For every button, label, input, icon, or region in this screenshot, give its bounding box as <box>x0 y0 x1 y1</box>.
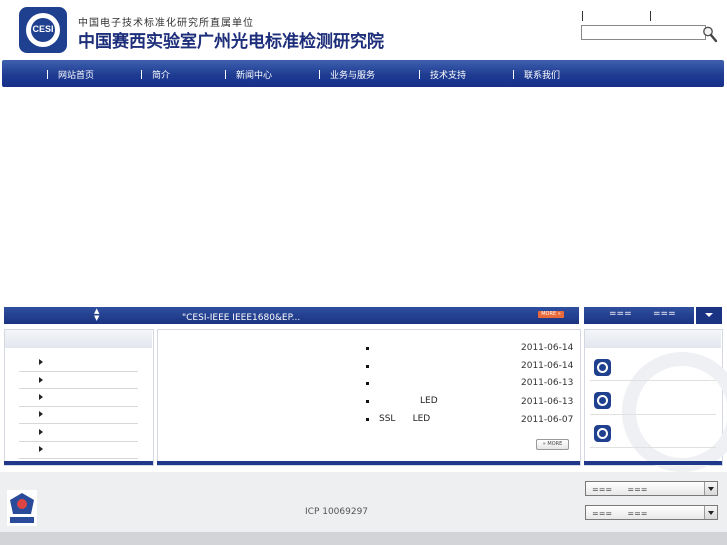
bullet-icon <box>366 382 369 385</box>
bullet-icon <box>366 347 369 350</box>
logo-text: CESI <box>32 24 54 34</box>
news-panel-footer-bar <box>157 461 580 465</box>
nav-item-services[interactable]: 业务与服务 <box>319 68 375 81</box>
nav-label: 新闻中心 <box>236 71 273 81</box>
right-tab-bar <box>584 307 694 324</box>
ticker-text[interactable]: "CESI-IEEE IEEE1680&EP... <box>182 313 300 323</box>
friend-links-select-1[interactable]: === === <box>585 481 718 496</box>
nav-item-about[interactable]: 简介 <box>141 68 170 81</box>
news-date: 2011-06-13 <box>521 397 574 407</box>
cesi-logo-icon[interactable] <box>594 425 611 442</box>
footer-bottom-bar <box>0 532 727 545</box>
list-item[interactable] <box>19 406 138 424</box>
nav-item-home[interactable]: 网站首页 <box>47 68 94 81</box>
cesi-logo-icon[interactable] <box>594 392 611 409</box>
nav-label: 技术支持 <box>430 71 467 81</box>
ticker-scroll-arrows[interactable]: ▲ ▼ <box>94 308 99 322</box>
nav-label: 业务与服务 <box>330 71 376 81</box>
right-panel-header <box>585 330 721 348</box>
news-date: 2011-06-07 <box>521 415 574 425</box>
search-icon[interactable] <box>702 25 718 43</box>
divider <box>590 414 716 415</box>
list-item[interactable] <box>19 371 138 389</box>
list-item[interactable] <box>19 354 138 372</box>
bullet-icon <box>366 400 369 403</box>
divider <box>590 380 716 381</box>
bullet-icon <box>366 365 369 368</box>
bullet-arrow-icon <box>39 394 43 400</box>
list-item[interactable] <box>19 424 138 442</box>
search-input[interactable] <box>581 25 706 40</box>
news-date: 2011-06-13 <box>521 378 574 388</box>
select-value: === === <box>592 509 648 518</box>
right-panel-footer-bar <box>584 461 722 465</box>
nav-label: 网站首页 <box>58 71 95 81</box>
bullet-arrow-icon <box>39 359 43 365</box>
select-value: === === <box>592 485 648 494</box>
icp-license: ICP 10069297 <box>305 507 369 517</box>
nav-item-news[interactable]: 新闻中心 <box>225 68 272 81</box>
chevron-down-icon <box>704 506 717 519</box>
chevron-down-icon <box>705 313 713 317</box>
news-panel <box>157 329 581 466</box>
news-title[interactable]: SSL LED <box>379 414 430 424</box>
divider <box>590 447 716 448</box>
news-date: 2011-06-14 <box>521 343 574 353</box>
left-panel-header <box>5 330 152 348</box>
cesi-logo-icon[interactable] <box>594 359 611 376</box>
right-tab-2[interactable]: === <box>653 309 676 319</box>
right-tab-dropdown-button[interactable] <box>696 307 722 324</box>
nav-item-support[interactable]: 技术支持 <box>419 68 466 81</box>
nav-item-contact[interactable]: 联系我们 <box>513 68 560 81</box>
left-panel-footer-bar <box>4 461 153 465</box>
list-item[interactable] <box>19 441 138 459</box>
top-link-separator <box>582 11 583 21</box>
friend-links-select-2[interactable]: === === <box>585 505 718 520</box>
news-more-button[interactable]: » MORE <box>536 439 569 450</box>
ticker-more-button[interactable]: MORE » <box>538 311 564 318</box>
bullet-arrow-icon <box>39 429 43 435</box>
bullet-arrow-icon <box>39 446 43 452</box>
news-title[interactable]: LED <box>420 396 438 406</box>
top-link-separator <box>650 11 651 21</box>
nav-label: 简介 <box>152 71 171 81</box>
site-title: 中国赛西实验室广州光电标准检测研究院 <box>78 32 384 52</box>
right-tab-1[interactable]: === <box>609 309 632 319</box>
bullet-icon <box>366 418 369 421</box>
nav-label: 联系我们 <box>524 71 561 81</box>
bullet-arrow-icon <box>39 411 43 417</box>
bullet-arrow-icon <box>39 377 43 383</box>
news-date: 2011-06-14 <box>521 361 574 371</box>
list-item[interactable] <box>19 389 138 407</box>
chevron-down-icon <box>704 482 717 495</box>
police-badge-icon[interactable] <box>7 490 37 526</box>
